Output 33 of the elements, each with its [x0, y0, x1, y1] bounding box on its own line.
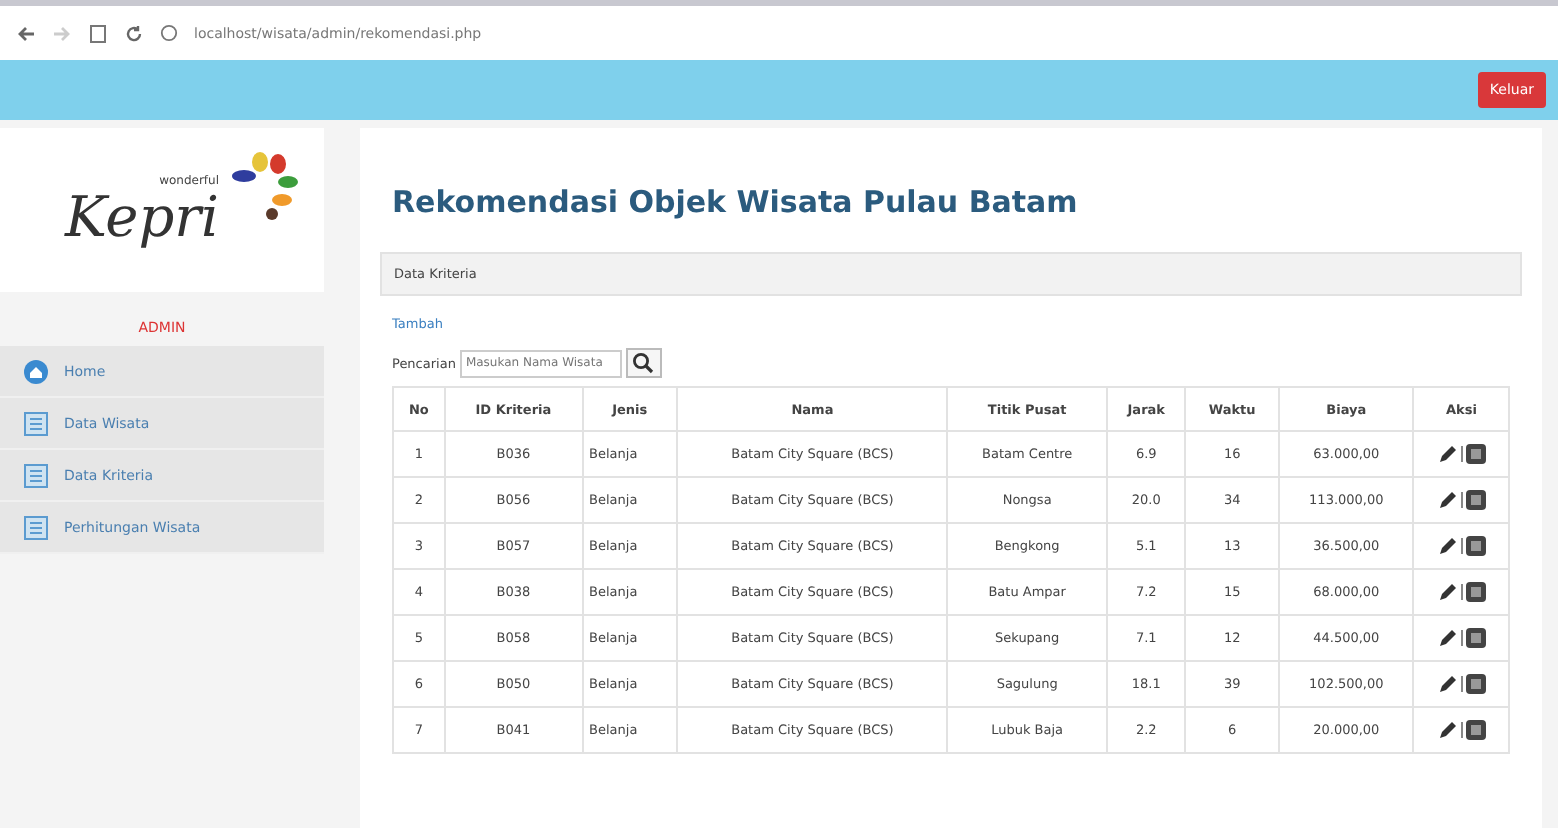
- info-icon: [160, 24, 178, 42]
- pencil-icon[interactable]: [1437, 582, 1458, 602]
- delete-icon[interactable]: [1465, 628, 1486, 648]
- home-icon: [24, 359, 48, 383]
- pencil-icon[interactable]: [1437, 720, 1458, 740]
- search-button[interactable]: [625, 348, 662, 378]
- pencil-icon[interactable]: [1437, 536, 1458, 556]
- search-icon: [632, 352, 655, 374]
- pencil-icon[interactable]: [1437, 490, 1458, 510]
- pencil-icon[interactable]: [1437, 444, 1458, 464]
- list-icon: [24, 463, 48, 487]
- delete-icon[interactable]: [1465, 720, 1486, 740]
- pencil-icon[interactable]: [1437, 674, 1458, 694]
- delete-icon[interactable]: [1465, 536, 1486, 556]
- divider-icon: [1459, 490, 1464, 510]
- reload-icon[interactable]: [124, 23, 144, 43]
- logo-text: Kepri: [65, 187, 219, 247]
- delete-icon[interactable]: [1465, 582, 1486, 602]
- delete-icon[interactable]: [1465, 674, 1486, 694]
- divider-icon: [1459, 674, 1464, 694]
- back-icon[interactable]: [16, 23, 36, 43]
- delete-icon[interactable]: [1465, 444, 1486, 464]
- divider-icon: [1459, 536, 1464, 556]
- pencil-icon[interactable]: [1437, 628, 1458, 648]
- divider-icon: [1459, 444, 1464, 464]
- divider-icon: [1459, 582, 1464, 602]
- divider-icon: [1459, 720, 1464, 740]
- delete-icon[interactable]: [1465, 490, 1486, 510]
- list-icon: [24, 515, 48, 539]
- divider-icon: [1459, 628, 1464, 648]
- list-icon: [24, 411, 48, 435]
- page-icon[interactable]: [88, 23, 108, 43]
- page-title: Rekomendasi Objek Wisata Pulau Batam: [392, 184, 1080, 220]
